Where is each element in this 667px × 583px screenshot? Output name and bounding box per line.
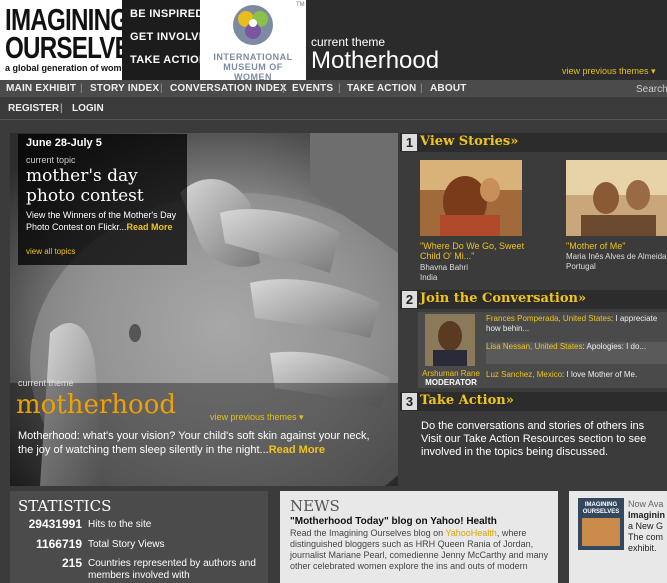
story-author[interactable]: Maria Inês Alves de Almeida: [566, 252, 667, 261]
take-action-line: Do the conversations and stories of othe…: [421, 420, 645, 432]
moderator-avatar[interactable]: [425, 314, 475, 366]
take-action-description: Do the conversations and stories of othe…: [421, 420, 667, 459]
moderator-role: MODERATOR: [425, 378, 477, 387]
conversation-item[interactable]: Luz Sanchez, Mexico: I love Mother of Me…: [486, 370, 667, 392]
promo-line: exhibit.: [628, 543, 657, 553]
news-body-text: Read the Imagining Ourselves blog on: [290, 528, 446, 538]
story-title[interactable]: "Mother of Me": [566, 241, 666, 251]
section-number: 3: [402, 393, 417, 410]
stat-label: Total Story Views: [88, 539, 165, 550]
header-theme-title[interactable]: Motherhood: [311, 47, 439, 75]
museum-emblem-icon: [233, 5, 273, 45]
topic-label: current topic: [26, 155, 76, 165]
news-title: NEWS: [290, 497, 340, 515]
story-country: India: [420, 273, 438, 282]
section-number: 1: [402, 134, 417, 151]
conversation-item[interactable]: Frances Pomperada, United States: I appr…: [486, 314, 667, 336]
story-photo: [420, 160, 522, 236]
join-conversation-link[interactable]: Join the Conversation»: [420, 291, 586, 306]
nav-separator: |: [160, 83, 163, 94]
nav-separator: |: [420, 83, 423, 94]
museum-name-line-2: MUSEUM OF WOMEN: [223, 62, 283, 82]
story-photo: [566, 160, 667, 236]
comment-author[interactable]: Frances Pomperada, United States: [486, 314, 611, 323]
comment-text: : Apologies: I do...: [582, 342, 647, 351]
section-number: 2: [402, 291, 417, 308]
hero-description: Motherhood: what's your vision? Your chi…: [18, 429, 386, 457]
nav-separator: |: [80, 83, 83, 94]
view-all-topics-link[interactable]: view all topics: [26, 247, 75, 256]
take-action-header[interactable]: 3 Take Action»: [400, 392, 667, 411]
login-link[interactable]: LOGIN: [72, 103, 104, 114]
search-label[interactable]: Search: [636, 84, 667, 95]
join-conversation-header[interactable]: 2 Join the Conversation»: [400, 290, 667, 309]
nav-take-action[interactable]: TAKE ACTION: [347, 83, 416, 94]
nav-separator: |: [60, 103, 63, 114]
view-stories-header[interactable]: 1 View Stories»: [400, 133, 667, 152]
nav-separator: |: [282, 83, 285, 94]
logo-tagline: a global generation of women: [5, 63, 133, 73]
trademark-mark: TM: [296, 2, 305, 8]
promo-line: The com: [628, 532, 664, 542]
hero-theme-label: current theme: [18, 378, 74, 388]
stat-value: 1166719: [35, 537, 82, 551]
moderator-name[interactable]: Arshuman Rane: [420, 369, 482, 378]
nav-about[interactable]: ABOUT: [430, 83, 467, 94]
comment-author[interactable]: Luz Sanchez, Mexico: [486, 370, 562, 379]
moderator-photo: [425, 314, 475, 366]
cta-column: BE INSPIRED GET INVOLVED TAKE ACTION: [122, 0, 214, 80]
comment-author[interactable]: Lisa Nessan, United States: [486, 342, 583, 351]
promo-line: Now Ava: [628, 499, 664, 509]
conversation-item[interactable]: Lisa Nessan, United States: Apologies: I…: [486, 342, 667, 364]
take-action-section-link[interactable]: Take Action»: [420, 393, 514, 408]
book-cover-image[interactable]: IMAGINING OURSELVES: [578, 498, 624, 550]
nav-conversation-index[interactable]: CONVERSATION INDEX: [170, 83, 287, 94]
statistics-title: STATISTICS: [18, 497, 112, 515]
stat-label: Hits to the site: [88, 519, 152, 530]
story-thumbnail[interactable]: [566, 160, 667, 236]
story-title[interactable]: "Where Do We Go, Sweet Child O' Mi...": [420, 241, 540, 261]
register-link[interactable]: REGISTER: [8, 103, 59, 114]
promo-text[interactable]: Now Ava Imaginin a New G The com exhibit…: [628, 499, 667, 554]
topic-description: View the Winners of the Mother's Day Pho…: [26, 209, 186, 233]
promo-line: a New G: [628, 521, 664, 531]
nav-events[interactable]: EVENTS: [292, 83, 333, 94]
museum-name: INTERNATIONAL MUSEUM OF WOMEN: [204, 52, 302, 82]
comment-text: : I love Mother of Me.: [562, 370, 638, 379]
hero-read-more-link[interactable]: Read More: [269, 444, 325, 456]
take-action-line: involved in the topics being discussed.: [421, 446, 609, 458]
nav-main-exhibit[interactable]: MAIN EXHIBIT: [6, 83, 76, 94]
account-nav: REGISTER | LOGIN: [0, 97, 667, 120]
nav-story-index[interactable]: STORY INDEX: [90, 83, 159, 94]
news-body: Read the Imagining Ourselves blog on Yah…: [290, 528, 552, 572]
stat-value: 215: [61, 556, 82, 570]
nav-separator: |: [338, 83, 341, 94]
topic-date: June 28-July 5: [26, 137, 102, 149]
news-headline-link[interactable]: "Motherhood Today" blog on Yahoo! Health: [290, 516, 497, 527]
be-inspired-link[interactable]: BE INSPIRED: [130, 8, 204, 20]
page: IMAGINING OURSELVES a global generation …: [0, 0, 667, 583]
museum-logo[interactable]: INTERNATIONAL MUSEUM OF WOMEN: [200, 0, 306, 82]
header-view-previous-themes-link[interactable]: view previous themes ▾: [562, 66, 656, 77]
view-stories-link[interactable]: View Stories»: [420, 134, 518, 149]
header: IMAGINING OURSELVES a global generation …: [0, 0, 667, 82]
topic-read-more-link[interactable]: Read More: [127, 222, 173, 232]
stat-label: Countries represented by authors and mem…: [88, 558, 256, 581]
take-action-link[interactable]: TAKE ACTION: [130, 54, 207, 66]
stat-value: 29431991: [28, 517, 82, 531]
take-action-line: Visit our Take Action Resources section …: [421, 433, 647, 445]
story-country: Portugal: [566, 262, 596, 271]
museum-name-line-1: INTERNATIONAL: [213, 52, 293, 62]
story-author[interactable]: Bhavna Bahri: [420, 263, 468, 272]
main-nav: MAIN EXHIBIT | STORY INDEX | CONVERSATIO…: [0, 80, 667, 97]
site-logo[interactable]: IMAGINING OURSELVES a global generation …: [0, 0, 146, 80]
book-cover-art: [582, 518, 620, 546]
story-thumbnail[interactable]: [420, 160, 522, 236]
book-cover-title: IMAGINING OURSELVES: [582, 502, 620, 515]
topic-title[interactable]: mother's day photo contest: [26, 166, 186, 206]
promo-line: Imaginin: [628, 510, 666, 520]
hero-theme-title[interactable]: motherhood: [16, 390, 176, 420]
yahoo-health-link[interactable]: YahooHealth: [445, 528, 496, 538]
hero-view-previous-themes-link[interactable]: view previous themes ▾: [210, 412, 304, 423]
